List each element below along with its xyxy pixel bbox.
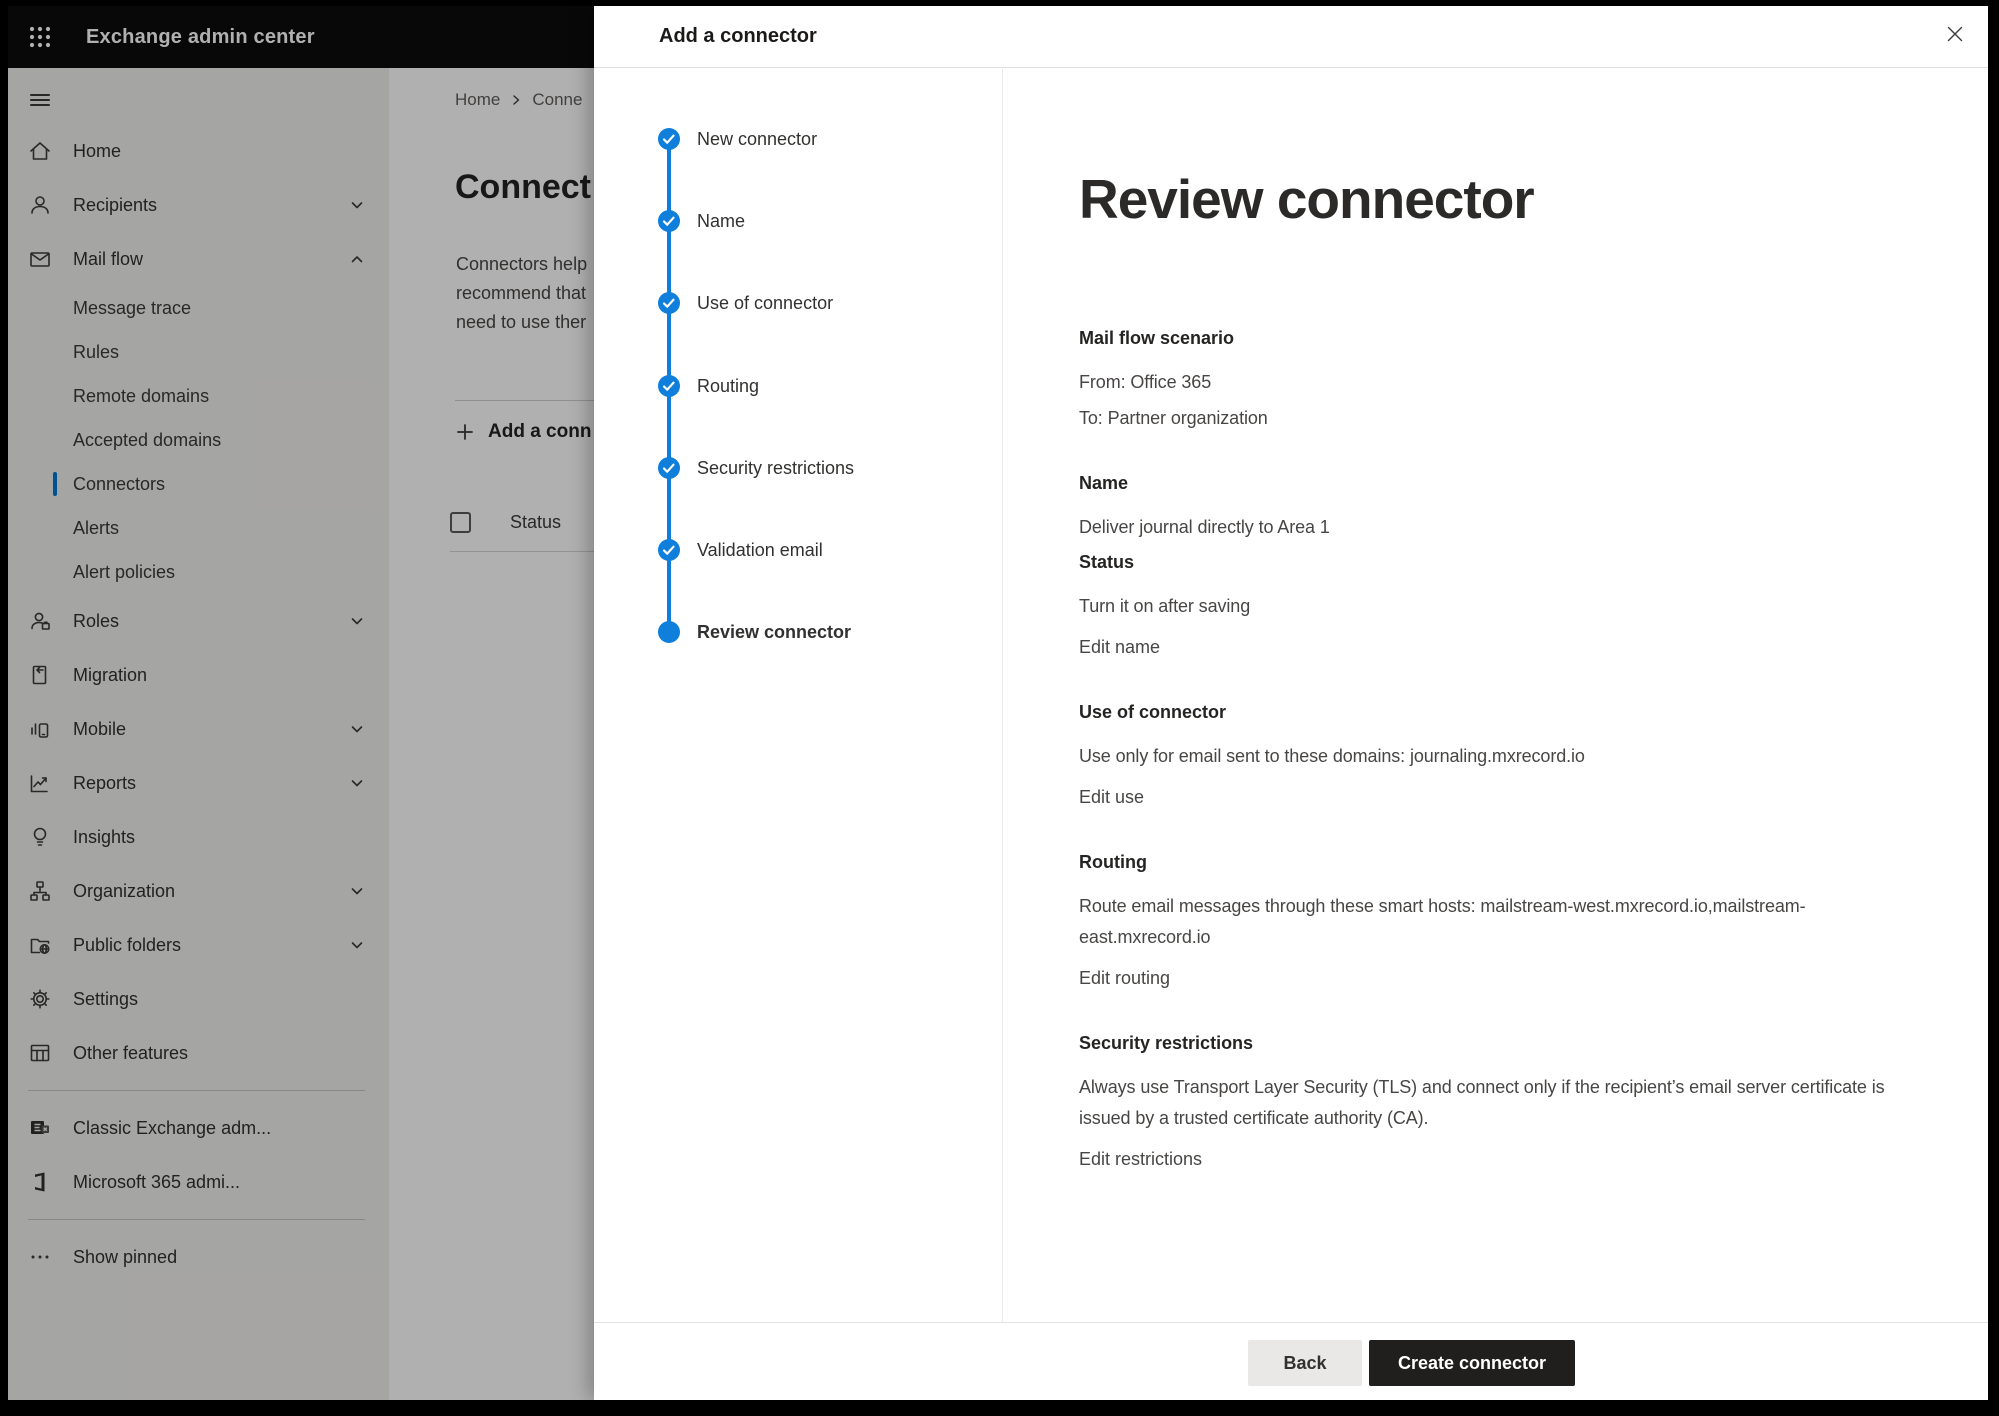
status-value: Turn it on after saving (1079, 591, 1928, 622)
review-panel: Review connector Mail flow scenario From… (1003, 69, 1988, 1322)
section-routing: Routing Route email messages through the… (1079, 849, 1928, 994)
section-title: Security restrictions (1079, 1030, 1928, 1056)
wizard-steps: New connector Name Use of connector Rout… (594, 69, 1003, 1322)
section-security-restrictions: Security restrictions Always use Transpo… (1079, 1030, 1928, 1175)
step-completed-icon (658, 292, 680, 314)
edit-use-link[interactable]: Edit use (1079, 782, 1144, 813)
section-title: Routing (1079, 849, 1928, 875)
back-button[interactable]: Back (1248, 1340, 1362, 1386)
dialog-title: Add a connector (659, 25, 817, 48)
section-title: Name (1079, 470, 1928, 496)
step-review-connector[interactable]: Review connector (658, 621, 851, 643)
mail-flow-from: From: Office 365 (1079, 367, 1928, 398)
add-connector-dialog: Add a connector New connector Name (594, 6, 1988, 1400)
step-completed-icon (658, 457, 680, 479)
step-validation-email[interactable]: Validation email (658, 539, 823, 561)
step-completed-icon (658, 539, 680, 561)
step-routing[interactable]: Routing (658, 375, 759, 397)
edit-name-link[interactable]: Edit name (1079, 632, 1160, 663)
step-name[interactable]: Name (658, 210, 745, 232)
section-name: Name Deliver journal directly to Area 1 … (1079, 470, 1928, 663)
security-value: Always use Transport Layer Security (TLS… (1079, 1072, 1928, 1134)
step-new-connector[interactable]: New connector (658, 128, 817, 150)
step-completed-icon (658, 128, 680, 150)
edit-routing-link[interactable]: Edit routing (1079, 963, 1170, 994)
step-use-of-connector[interactable]: Use of connector (658, 292, 833, 314)
close-button[interactable] (1940, 19, 1970, 49)
status-title: Status (1079, 549, 1928, 575)
routing-value: Route email messages through these smart… (1079, 891, 1928, 953)
section-title: Mail flow scenario (1079, 325, 1928, 351)
section-title: Use of connector (1079, 699, 1928, 725)
edit-restrictions-link[interactable]: Edit restrictions (1079, 1144, 1202, 1175)
step-current-icon (658, 621, 680, 643)
dialog-header: Add a connector (594, 6, 1988, 68)
create-connector-button[interactable]: Create connector (1369, 1340, 1575, 1386)
close-icon (1943, 22, 1967, 46)
connector-name-value: Deliver journal directly to Area 1 (1079, 512, 1928, 543)
app-window: Exchange admin center Home Recipients Ma… (8, 6, 1988, 1400)
dialog-footer: Back Create connector (594, 1322, 1988, 1400)
use-value: Use only for email sent to these domains… (1079, 741, 1928, 772)
review-heading: Review connector (1079, 167, 1928, 231)
section-mail-flow-scenario: Mail flow scenario From: Office 365 To: … (1079, 325, 1928, 434)
step-completed-icon (658, 375, 680, 397)
step-security-restrictions[interactable]: Security restrictions (658, 457, 854, 479)
step-completed-icon (658, 210, 680, 232)
section-use-of-connector: Use of connector Use only for email sent… (1079, 699, 1928, 813)
mail-flow-to: To: Partner organization (1079, 403, 1928, 434)
